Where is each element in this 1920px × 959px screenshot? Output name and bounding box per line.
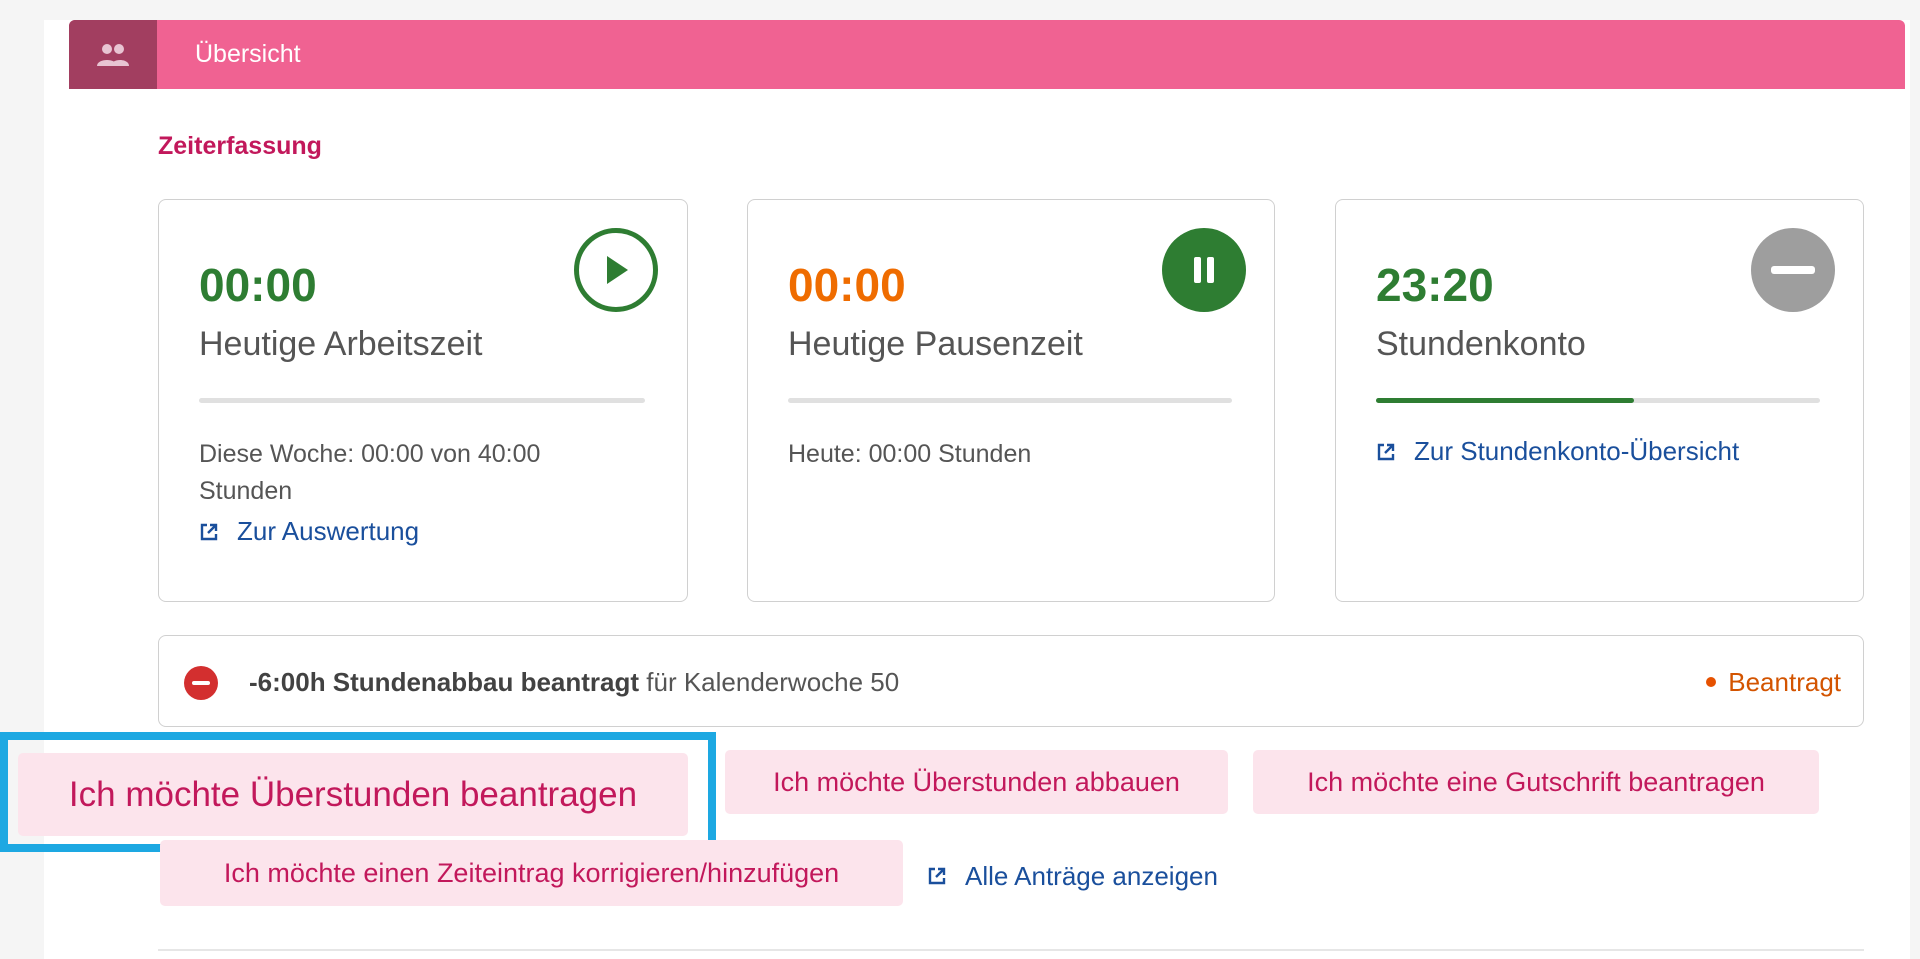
request-detail: für Kalenderwoche 50 xyxy=(639,667,900,697)
request-overtime-button[interactable]: Ich möchte Überstunden beantragen xyxy=(18,753,688,836)
work-time-label: Heutige Arbeitszeit xyxy=(199,325,483,363)
external-link-icon xyxy=(200,523,218,540)
request-title: -6:00h Stundenabbau beantragt xyxy=(249,667,640,697)
start-work-button[interactable] xyxy=(574,228,658,312)
status-badge: Beantragt xyxy=(1706,636,1841,728)
pause-time-value: 00:00 xyxy=(788,259,906,311)
hour-account-progress xyxy=(1376,398,1820,403)
pause-today-info: Heute: 00:00 Stunden xyxy=(788,440,1032,468)
minus-icon xyxy=(1771,266,1815,274)
evaluation-link[interactable]: Zur Auswertung xyxy=(199,516,419,547)
hour-account-value: 23:20 xyxy=(1376,259,1494,311)
reduce-overtime-button[interactable]: Ich möchte Überstunden abbauen xyxy=(725,750,1228,814)
pause-icon xyxy=(1194,257,1214,283)
request-entry[interactable]: -6:00h Stundenabbau beantragt für Kalend… xyxy=(158,635,1864,727)
header-title: Übersicht xyxy=(195,40,301,68)
work-time-card: 00:00 Heutige Arbeitszeit Diese Woche: 0… xyxy=(158,199,688,602)
hour-account-overview-label: Zur Stundenkonto-Übersicht xyxy=(1414,436,1740,466)
evaluation-link-label: Zur Auswertung xyxy=(237,516,420,546)
hour-account-label: Stundenkonto xyxy=(1376,325,1586,363)
play-icon xyxy=(607,256,628,284)
external-link-icon xyxy=(1377,443,1395,460)
work-time-progress xyxy=(199,398,645,403)
pause-time-progress xyxy=(788,398,1232,403)
status-label: Beantragt xyxy=(1728,667,1841,697)
panel-header: Übersicht xyxy=(69,20,1905,89)
all-requests-link[interactable]: Alle Anträge anzeigen xyxy=(927,846,1218,906)
pause-button[interactable] xyxy=(1162,228,1246,312)
request-credit-button[interactable]: Ich möchte eine Gutschrift beantragen xyxy=(1253,750,1819,814)
divider xyxy=(158,949,1864,951)
work-week-info: Diese Woche: 00:00 von 40:00 Stunden xyxy=(199,440,541,505)
hour-account-progress-fill xyxy=(1376,398,1634,403)
pause-time-label: Heutige Pausenzeit xyxy=(788,325,1083,363)
people-icon xyxy=(97,43,129,66)
work-time-value: 00:00 xyxy=(199,259,317,311)
page-margin-top xyxy=(44,0,1910,20)
minus-circle-icon xyxy=(184,666,218,700)
page-margin-right xyxy=(1910,0,1920,959)
pause-time-card: 00:00 Heutige Pausenzeit Heute: 00:00 St… xyxy=(747,199,1275,602)
hour-account-overview-link[interactable]: Zur Stundenkonto-Übersicht xyxy=(1376,436,1739,467)
header-icon-box xyxy=(69,20,157,89)
external-link-icon xyxy=(928,867,946,885)
hour-account-card: 23:20 Stundenkonto Zur Stundenkonto-Über… xyxy=(1335,199,1864,602)
all-requests-label: Alle Anträge anzeigen xyxy=(965,860,1218,891)
request-text: -6:00h Stundenabbau beantragt für Kalend… xyxy=(249,636,899,728)
reduce-hours-button[interactable] xyxy=(1751,228,1835,312)
section-title: Zeiterfassung xyxy=(158,132,322,160)
status-dot-icon xyxy=(1706,677,1717,687)
correct-time-entry-button[interactable]: Ich möchte einen Zeiteintrag korrigieren… xyxy=(160,840,903,906)
